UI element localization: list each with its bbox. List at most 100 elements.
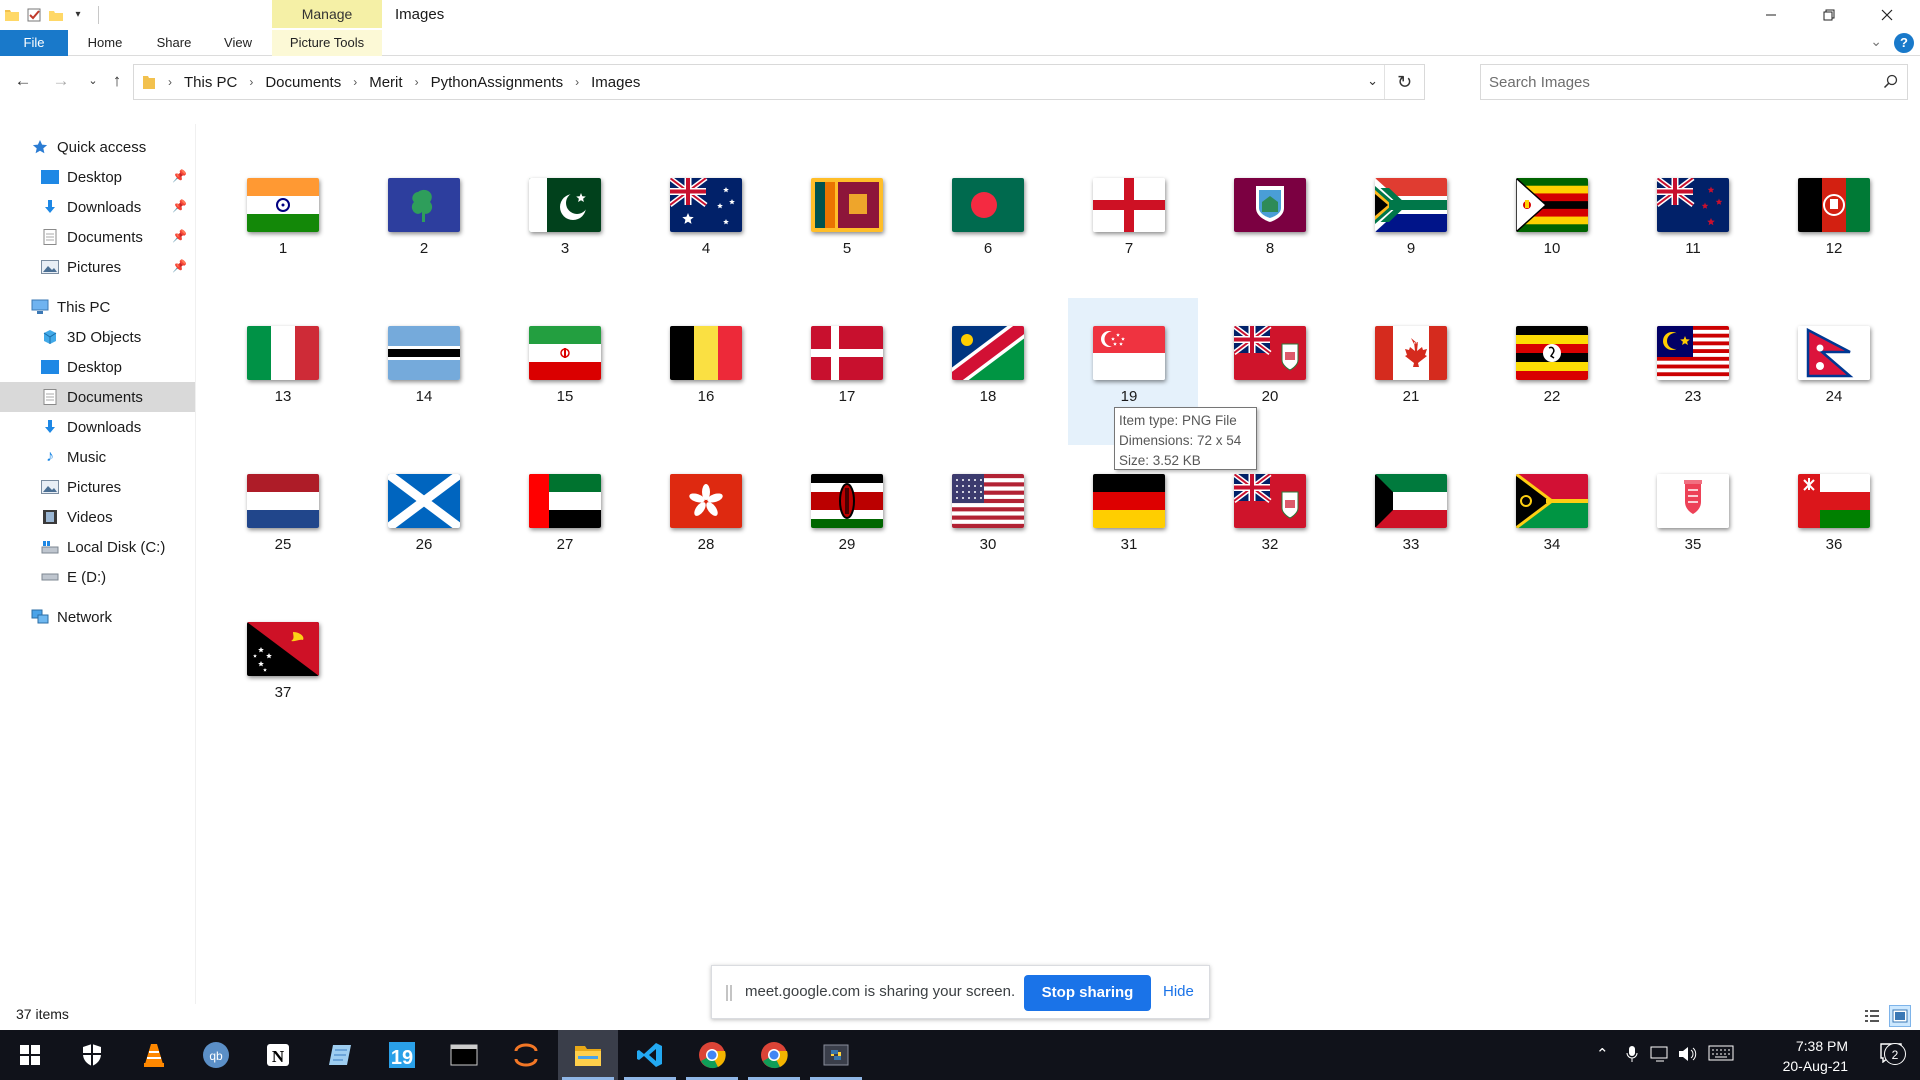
sidebar-item-downloads[interactable]: Downloads 📌	[0, 192, 195, 222]
clock[interactable]: 7:38 PM 20-Aug-21	[1783, 1036, 1848, 1076]
file-item[interactable]: 2	[363, 150, 493, 297]
new-folder-icon[interactable]	[48, 7, 64, 23]
pin-icon[interactable]: 📌	[172, 169, 187, 183]
address-bar[interactable]: › This PC › Documents › Merit › PythonAs…	[133, 64, 1425, 100]
sidebar-item-desktop-pc[interactable]: Desktop	[0, 352, 195, 382]
forward-button[interactable]: →	[50, 70, 72, 92]
sidebar-item-this-pc[interactable]: This PC	[0, 292, 195, 322]
sidebar-item-pictures-pc[interactable]: Pictures	[0, 472, 195, 502]
file-item[interactable]: 9	[1350, 150, 1480, 297]
file-item[interactable]: 23	[1632, 298, 1762, 445]
file-item[interactable]: 3	[504, 150, 634, 297]
crumb-this-pc[interactable]: This PC	[184, 74, 237, 91]
file-item[interactable]: 30	[927, 446, 1057, 593]
hide-button[interactable]: Hide	[1163, 983, 1194, 1000]
taskbar-chrome[interactable]	[682, 1030, 742, 1080]
start-button[interactable]	[0, 1030, 60, 1080]
file-item[interactable]: 22	[1491, 298, 1621, 445]
file-item[interactable]: 15	[504, 298, 634, 445]
crumb-pythonassignments[interactable]: PythonAssignments	[431, 74, 564, 91]
pin-icon[interactable]: 📌	[172, 199, 187, 213]
file-item[interactable]: 13	[222, 298, 352, 445]
file-item[interactable]: 8	[1209, 150, 1339, 297]
taskbar-notion[interactable]: N	[248, 1030, 308, 1080]
tab-file[interactable]: File	[0, 30, 68, 56]
file-item[interactable]: 16	[645, 298, 775, 445]
tab-share[interactable]: Share	[142, 30, 206, 56]
sidebar-item-drive-e[interactable]: E (D:)	[0, 562, 195, 592]
taskbar-terminal[interactable]	[434, 1030, 494, 1080]
file-item[interactable]: 33	[1350, 446, 1480, 593]
sidebar-item-quick-access[interactable]: Quick access	[0, 132, 195, 162]
crumb-documents[interactable]: Documents	[265, 74, 341, 91]
properties-icon[interactable]	[26, 7, 42, 23]
expand-ribbon-icon[interactable]: ⌄	[1870, 33, 1882, 50]
crumb-images[interactable]: Images	[591, 74, 640, 91]
folder-icon[interactable]	[4, 7, 20, 23]
file-item[interactable]: 14	[363, 298, 493, 445]
taskbar-file-explorer[interactable]	[558, 1030, 618, 1080]
close-button[interactable]	[1858, 0, 1916, 30]
file-item[interactable]: 4	[645, 150, 775, 297]
back-button[interactable]: ←	[12, 70, 34, 92]
tab-manage[interactable]: Manage	[272, 0, 382, 28]
drag-handle-icon[interactable]	[726, 985, 732, 1001]
tab-view[interactable]: View	[210, 30, 266, 56]
search-box[interactable]	[1480, 64, 1908, 100]
file-item[interactable]: 36	[1773, 446, 1903, 593]
sidebar-item-documents-pc[interactable]: Documents	[0, 382, 195, 412]
file-item[interactable]: 5	[786, 150, 916, 297]
file-item[interactable]: 10	[1491, 150, 1621, 297]
search-icon[interactable]	[1883, 73, 1899, 92]
file-item[interactable]: 35	[1632, 446, 1762, 593]
tab-home[interactable]: Home	[72, 30, 138, 56]
pin-icon[interactable]: 📌	[172, 259, 187, 273]
taskbar-qbittorrent[interactable]: qb	[186, 1030, 246, 1080]
address-dropdown-icon[interactable]: ⌄	[1367, 73, 1378, 89]
file-item[interactable]: 25	[222, 446, 352, 593]
customize-dropdown-icon[interactable]: ▾	[70, 7, 86, 23]
file-item[interactable]: 7	[1068, 150, 1198, 297]
file-item[interactable]: 6	[927, 150, 1057, 297]
taskbar-notepad[interactable]	[310, 1030, 370, 1080]
file-item[interactable]: 1	[222, 150, 352, 297]
sidebar-item-local-disk-c[interactable]: Local Disk (C:)	[0, 532, 195, 562]
sidebar-item-music[interactable]: ♪ Music	[0, 442, 195, 472]
sidebar-item-desktop[interactable]: Desktop 📌	[0, 162, 195, 192]
sidebar-item-pictures[interactable]: Pictures 📌	[0, 252, 195, 282]
file-item[interactable]: 11	[1632, 150, 1762, 297]
file-item[interactable]: 21	[1350, 298, 1480, 445]
large-icons-view-button[interactable]	[1889, 1005, 1911, 1027]
up-button[interactable]: ↑	[106, 70, 128, 92]
details-view-button[interactable]	[1861, 1005, 1883, 1027]
file-item[interactable]: 34	[1491, 446, 1621, 593]
restore-button[interactable]	[1800, 0, 1858, 30]
sidebar-item-network[interactable]: Network	[0, 602, 195, 632]
taskbar-vlc[interactable]	[124, 1030, 184, 1080]
sidebar-item-documents[interactable]: Documents 📌	[0, 222, 195, 252]
taskbar-python[interactable]	[806, 1030, 866, 1080]
taskbar-security[interactable]	[62, 1030, 122, 1080]
keyboard-icon[interactable]	[1708, 1045, 1734, 1065]
file-item[interactable]: 18	[927, 298, 1057, 445]
sidebar-item-downloads-pc[interactable]: Downloads	[0, 412, 195, 442]
recent-locations-button[interactable]: ⌄	[82, 70, 104, 92]
file-item[interactable]: 29	[786, 446, 916, 593]
tab-picture-tools[interactable]: Picture Tools	[272, 30, 382, 56]
volume-icon[interactable]	[1678, 1045, 1698, 1067]
search-input[interactable]	[1489, 65, 1869, 99]
crumb-merit[interactable]: Merit	[369, 74, 402, 91]
chevron-up-icon[interactable]: ⌃	[1596, 1045, 1609, 1063]
sidebar-item-videos[interactable]: Videos	[0, 502, 195, 532]
minimize-button[interactable]	[1742, 0, 1800, 30]
file-item[interactable]: 12	[1773, 150, 1903, 297]
sidebar-item-3d-objects[interactable]: 3D Objects	[0, 322, 195, 352]
file-item[interactable]: 28	[645, 446, 775, 593]
file-item[interactable]: 27	[504, 446, 634, 593]
taskbar-vscode[interactable]	[620, 1030, 680, 1080]
file-item[interactable]: 37	[222, 594, 352, 741]
refresh-icon[interactable]: ↻	[1384, 65, 1424, 99]
file-item[interactable]: 26	[363, 446, 493, 593]
file-item[interactable]: 17	[786, 298, 916, 445]
taskbar-chrome-2[interactable]	[744, 1030, 804, 1080]
